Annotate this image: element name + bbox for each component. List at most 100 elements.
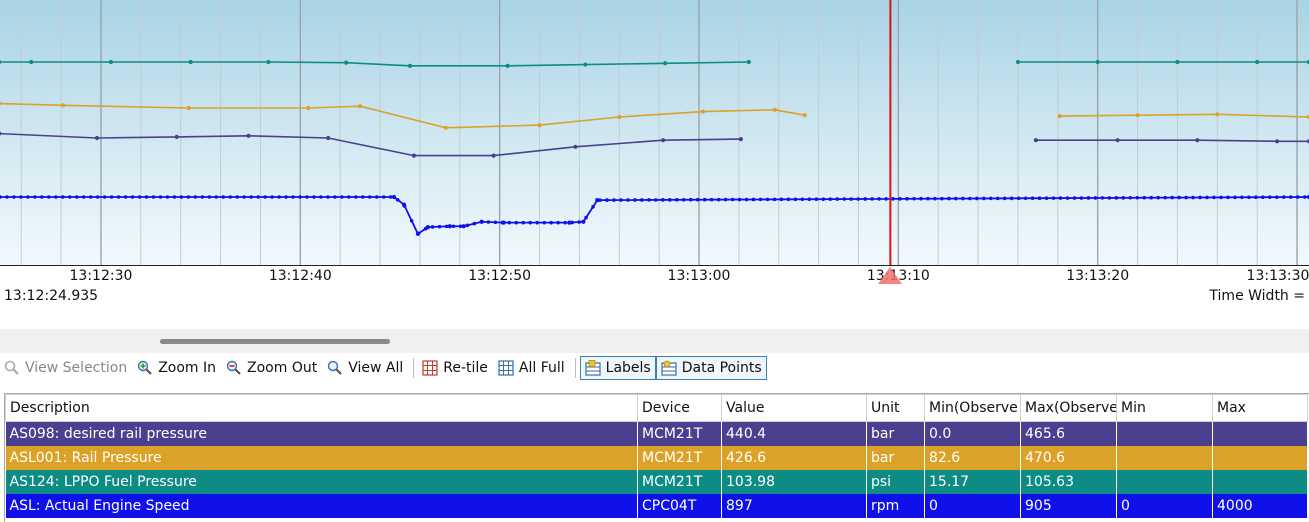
zoom-in-icon xyxy=(137,360,153,376)
data-point xyxy=(583,62,588,67)
max-cell[interactable] xyxy=(1212,470,1308,494)
data-point xyxy=(284,195,288,199)
value-cell: 897 xyxy=(721,494,867,518)
description-cell: ASL: Actual Engine Speed xyxy=(5,494,638,518)
data-point xyxy=(108,59,114,65)
table-row[interactable]: ASL: Actual Engine Speed CPC04T 897 rpm … xyxy=(5,494,1308,518)
labels-icon xyxy=(585,360,601,376)
data-point xyxy=(681,197,686,202)
column-header[interactable]: Device xyxy=(637,394,722,422)
data-point xyxy=(102,195,107,199)
description-cell: ASL001: Rail Pressure xyxy=(5,446,638,470)
zoom-out-label: Zoom Out xyxy=(247,360,318,376)
view-selection-button[interactable]: View Selection xyxy=(0,356,131,380)
data-points-toggle-button[interactable]: Data Points xyxy=(655,356,767,380)
column-header[interactable]: Max(Observe xyxy=(1020,394,1117,422)
min-cell[interactable]: 0 xyxy=(1116,494,1213,518)
view-all-button[interactable]: View All xyxy=(323,356,407,380)
data-point xyxy=(444,224,449,229)
table-row[interactable]: ASL001: Rail Pressure MCM21T 426.6 bar 8… xyxy=(5,446,1308,470)
data-point xyxy=(505,63,510,68)
magnifier-icon xyxy=(4,360,20,376)
channel-grid: Description Device Value Unit Min(Observ… xyxy=(5,394,1308,518)
data-point xyxy=(1100,196,1105,200)
max-cell[interactable] xyxy=(1212,446,1308,470)
data-point xyxy=(870,197,874,201)
x-tick-label: 13:13:00 xyxy=(667,268,731,284)
data-point xyxy=(60,103,66,108)
data-point xyxy=(367,195,372,199)
data-point xyxy=(1033,138,1038,143)
unit-cell: rpm xyxy=(866,494,925,518)
data-point xyxy=(1058,196,1063,200)
data-point xyxy=(74,195,79,199)
data-point xyxy=(40,195,44,199)
column-header[interactable]: Max xyxy=(1212,394,1308,422)
labels-toggle-button[interactable]: Labels xyxy=(579,356,656,380)
series-line xyxy=(0,102,805,129)
column-header[interactable]: Min xyxy=(1116,394,1213,422)
max-cell[interactable]: 4000 xyxy=(1212,494,1308,518)
data-point xyxy=(1023,196,1028,201)
column-header[interactable]: Unit xyxy=(866,394,925,422)
chart-plot-area[interactable] xyxy=(0,0,1309,266)
max-cell[interactable] xyxy=(1212,421,1308,446)
data-point xyxy=(1275,195,1279,199)
min-cell[interactable] xyxy=(1116,421,1213,446)
data-point xyxy=(1261,195,1265,200)
data-point xyxy=(581,219,586,224)
data-point xyxy=(556,220,560,225)
retile-button[interactable]: Re-tile xyxy=(418,356,492,380)
min-cell[interactable] xyxy=(1116,446,1213,470)
data-point xyxy=(612,198,616,202)
data-point xyxy=(663,61,668,66)
data-point xyxy=(1177,195,1181,200)
data-point xyxy=(716,197,721,202)
min-cell[interactable] xyxy=(1116,470,1213,494)
zoom-out-button[interactable]: Zoom Out xyxy=(222,356,321,380)
data-point xyxy=(270,195,274,199)
data-point xyxy=(1247,195,1251,200)
table-row[interactable]: AS098: desired rail pressure MCM21T 440.… xyxy=(5,421,1308,446)
data-point xyxy=(1175,59,1180,65)
data-point xyxy=(228,195,233,199)
data-point xyxy=(974,196,979,201)
data-point xyxy=(535,220,540,225)
all-full-button[interactable]: All Full xyxy=(494,356,569,380)
data-point xyxy=(249,195,253,199)
column-header[interactable]: Description xyxy=(5,394,638,422)
data-point xyxy=(1184,195,1188,200)
data-point xyxy=(451,224,456,229)
data-point xyxy=(1149,195,1154,200)
scrollbar-thumb[interactable] xyxy=(160,339,390,344)
column-header[interactable]: Value xyxy=(721,394,867,422)
data-point xyxy=(298,195,302,199)
data-points-icon xyxy=(661,360,677,376)
data-point xyxy=(1198,195,1202,200)
data-point xyxy=(1226,195,1230,200)
data-point xyxy=(174,134,179,139)
data-point xyxy=(1128,195,1133,200)
data-point xyxy=(828,197,833,201)
max-observed-cell: 465.6 xyxy=(1020,421,1117,446)
data-point xyxy=(573,144,578,149)
data-point xyxy=(933,196,937,201)
start-time-label: 13:12:24.935 xyxy=(4,288,99,304)
data-point xyxy=(1281,195,1286,199)
cursor-handle-icon[interactable] xyxy=(878,267,903,284)
data-point xyxy=(1095,59,1100,65)
data-point xyxy=(1205,195,1209,200)
zoom-in-button[interactable]: Zoom In xyxy=(133,356,220,380)
data-point xyxy=(514,220,519,225)
table-row[interactable]: AS124: LPPO Fuel Pressure MCM21T 103.98 … xyxy=(5,470,1308,494)
data-point xyxy=(19,195,23,199)
data-point xyxy=(1135,195,1140,200)
data-point xyxy=(821,197,826,201)
data-point xyxy=(200,195,205,199)
data-point xyxy=(1142,195,1147,200)
data-point xyxy=(256,195,260,199)
data-point xyxy=(863,197,867,201)
column-header[interactable]: Min(Observe xyxy=(924,394,1021,422)
data-point xyxy=(688,197,693,202)
data-point xyxy=(388,195,393,199)
